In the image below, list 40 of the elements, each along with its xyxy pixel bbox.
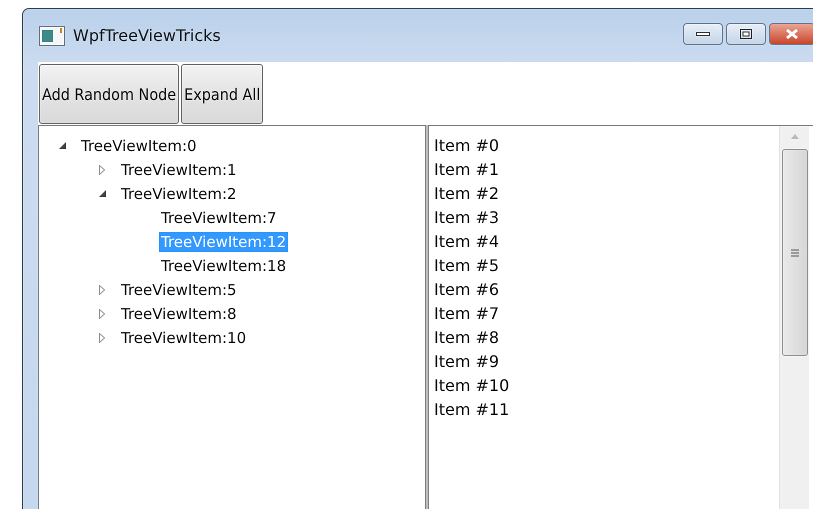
grip-icon [790,248,798,256]
tree-item[interactable]: TreeViewItem:8 [119,304,239,324]
maximize-button[interactable] [726,22,766,44]
tree-item[interactable]: TreeViewItem:2 [119,184,239,204]
collapsed-arrow-icon[interactable] [99,285,105,295]
list-item[interactable]: Item #9 [434,350,779,374]
list-item[interactable]: Item #6 [434,278,779,302]
window-title: WpfTreeViewTricks [73,26,221,45]
tree-item[interactable]: TreeViewItem:7 [159,208,279,228]
list-item[interactable]: Item #3 [434,206,779,230]
list-item[interactable]: Item #2 [434,182,779,206]
tree-item[interactable]: TreeViewItem:18 [159,256,288,276]
list-item[interactable]: Item #7 [434,302,779,326]
list-item[interactable]: Item #8 [434,326,779,350]
close-button[interactable] [769,22,813,44]
list-item[interactable]: Item #4 [434,230,779,254]
collapsed-arrow-icon[interactable] [99,309,105,319]
list-item[interactable]: Item #1 [434,158,779,182]
expanded-arrow-icon[interactable] [59,142,67,150]
minimize-icon [696,30,710,36]
collapsed-arrow-icon[interactable] [99,165,105,175]
list-item[interactable]: Item #5 [434,254,779,278]
tree-item[interactable]: TreeViewItem:0 [79,136,199,156]
list-item[interactable]: Item #10 [434,374,779,398]
close-icon [785,28,799,40]
app-icon [39,26,65,46]
scroll-up-icon[interactable] [790,134,798,139]
maximize-icon [740,28,752,38]
toolbar-button[interactable]: Expand All [181,64,264,124]
scrollbar[interactable] [779,126,809,509]
list-item[interactable]: Item #11 [434,398,779,422]
minimize-button[interactable] [683,22,723,44]
list-item[interactable]: Item #0 [434,134,779,158]
expanded-arrow-icon[interactable] [99,190,107,198]
splitter[interactable] [425,125,429,509]
tree-item[interactable]: TreeViewItem:1 [119,160,239,180]
tree-item[interactable]: TreeViewItem:10 [119,328,248,348]
tree-item[interactable]: TreeViewItem:5 [119,280,239,300]
collapsed-arrow-icon[interactable] [99,333,105,343]
toolbar-button[interactable]: Add Random Node [39,64,180,124]
